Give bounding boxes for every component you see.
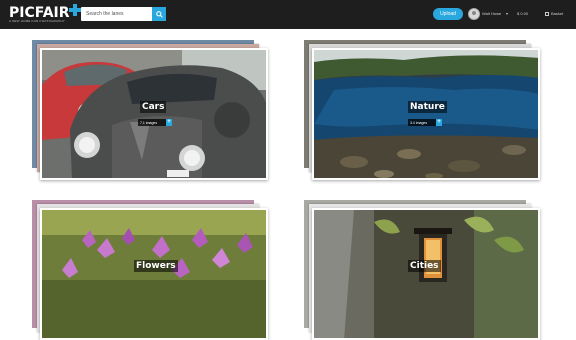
- top-bar: PICFAIR A NEW HOME FOR PHOTOGRAPHY Uploa…: [0, 0, 576, 29]
- category-photo: [40, 48, 268, 180]
- plus-icon[interactable]: +: [166, 119, 172, 126]
- category-tile-flowers[interactable]: Flowers: [32, 200, 272, 340]
- category-count: 7.1 images: [138, 119, 166, 126]
- search-button[interactable]: [152, 7, 166, 21]
- category-label: Cars: [140, 101, 167, 113]
- category-photo: [40, 208, 268, 340]
- category-label: Flowers: [134, 260, 178, 272]
- basket-link[interactable]: Basket: [545, 11, 563, 16]
- logo-tagline: A NEW HOME FOR PHOTOGRAPHY: [9, 19, 65, 23]
- category-photo: [312, 208, 540, 340]
- search-box: [81, 7, 166, 21]
- category-tile-cars[interactable]: Cars 7.1 images +: [32, 40, 272, 180]
- basket-icon: [545, 12, 549, 16]
- upload-button[interactable]: Upload: [433, 8, 463, 20]
- user-name[interactable]: Walt Howe: [482, 11, 501, 16]
- plus-icon[interactable]: +: [436, 119, 442, 126]
- picfair-logo[interactable]: PICFAIR A NEW HOME FOR PHOTOGRAPHY: [9, 4, 81, 23]
- basket-label: Basket: [551, 11, 564, 16]
- avatar[interactable]: [468, 8, 480, 20]
- logo-plus-icon: [69, 4, 81, 16]
- category-label: Nature: [408, 101, 447, 113]
- category-photo: [312, 48, 540, 180]
- search-input[interactable]: [81, 7, 152, 21]
- category-tile-nature[interactable]: Nature 3.4 images +: [304, 40, 544, 180]
- category-tile-cities[interactable]: Cities: [304, 200, 544, 340]
- logo-text: PICFAIR: [9, 5, 70, 21]
- category-count: 3.4 images: [408, 119, 436, 126]
- category-label: Cities: [408, 260, 441, 272]
- search-icon: [155, 10, 163, 18]
- cart-total[interactable]: $ 0.00: [517, 11, 528, 16]
- chevron-down-icon[interactable]: ▾: [506, 11, 508, 16]
